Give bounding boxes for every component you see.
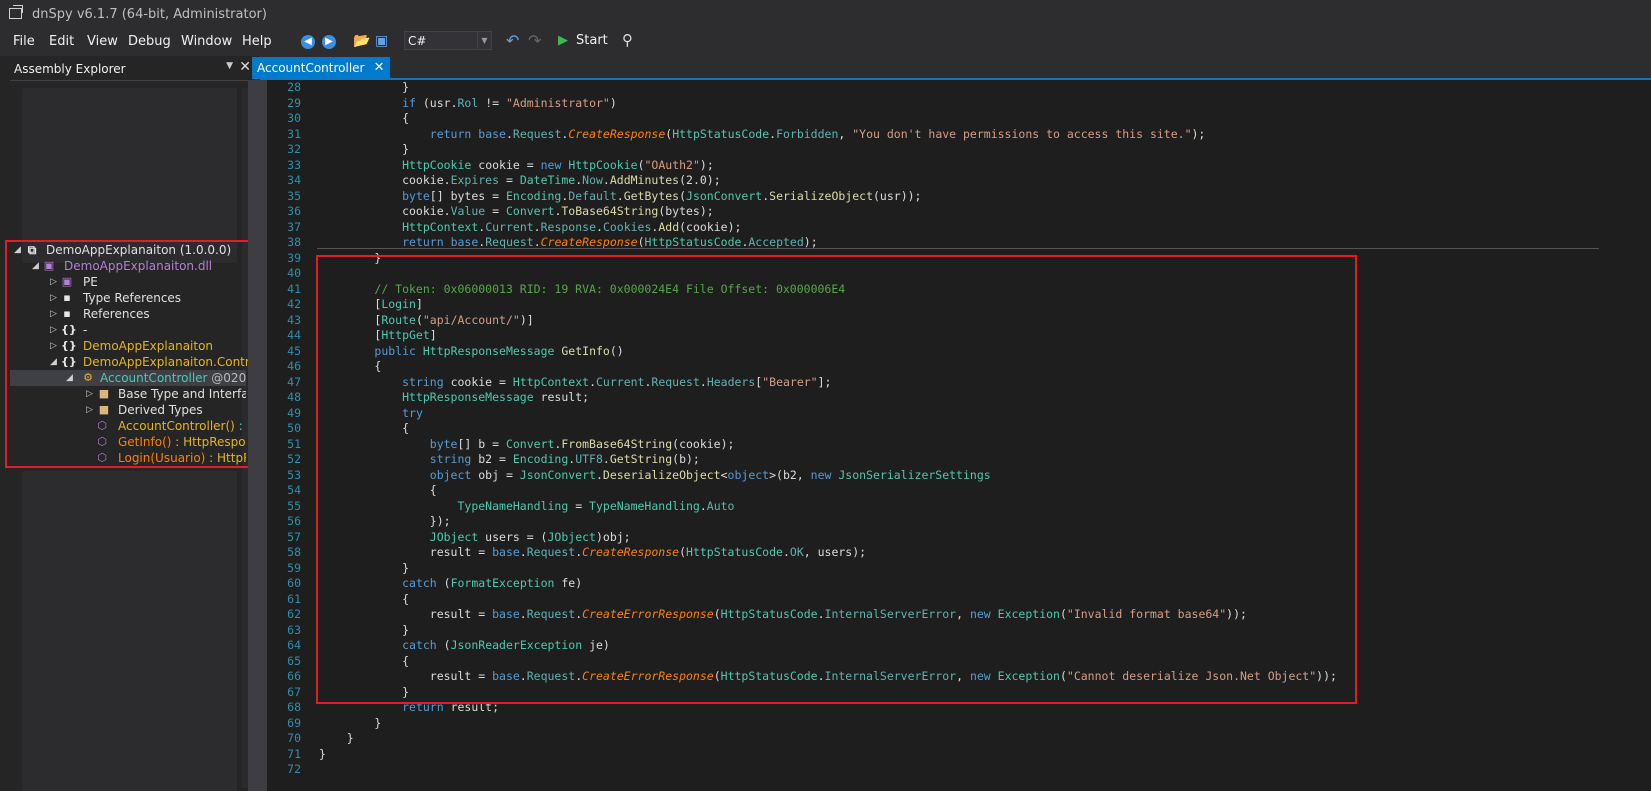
menu-debug[interactable]: Debug — [128, 32, 171, 52]
line-number: 67 — [287, 684, 301, 699]
code-line[interactable]: { — [319, 111, 409, 126]
menu-bar: File Edit View Debug Window Help ◀ ▶ 📂 ▣… — [0, 28, 1651, 56]
line-number: 61 — [287, 591, 301, 606]
title-bar: dnSpy v6.1.7 (64-bit, Administrator) — [0, 0, 1651, 28]
code-line[interactable]: } — [319, 142, 409, 157]
code-line[interactable]: cookie.Expires = DateTime.Now.AddMinutes… — [319, 173, 721, 188]
line-number: 70 — [287, 731, 301, 745]
line-number: 63 — [287, 622, 301, 637]
start-icon[interactable]: ▶ — [558, 33, 568, 51]
line-number: 42 — [287, 297, 301, 311]
back-icon[interactable]: ◀ — [301, 35, 315, 49]
code-line[interactable]: } — [319, 80, 409, 95]
line-number: 43 — [287, 312, 301, 327]
line-number: 37 — [287, 219, 301, 234]
document-tab-strip — [260, 56, 1651, 80]
app-icon — [9, 5, 23, 19]
method-separator — [317, 248, 1599, 249]
chevron-down-icon[interactable]: ▼ — [477, 32, 491, 49]
line-number: 36 — [287, 204, 301, 218]
line-number: 72 — [287, 762, 301, 776]
line-number: 52 — [287, 452, 301, 466]
line-number: 49 — [287, 405, 301, 420]
line-number: 33 — [287, 157, 301, 172]
line-number: 45 — [287, 343, 301, 358]
line-number: 31 — [287, 126, 301, 141]
assembly-explorer-panel: Assembly Explorer ▼ ✕ ◢ ⧉ DemoAppExplana… — [0, 56, 263, 791]
line-number: 34 — [287, 173, 301, 187]
close-icon[interactable]: ✕ — [239, 59, 251, 75]
code-line[interactable]: } — [319, 747, 326, 762]
code-line[interactable]: HttpCookie cookie = new HttpCookie("OAut… — [319, 158, 714, 173]
line-number: 35 — [287, 188, 301, 203]
line-number: 55 — [287, 498, 301, 513]
menu-window[interactable]: Window — [181, 32, 232, 52]
line-number: 32 — [287, 142, 301, 156]
line-number: 62 — [287, 607, 301, 621]
line-number: 48 — [287, 390, 301, 404]
language-value: C# — [408, 34, 427, 48]
blurred-tree-region — [22, 88, 237, 263]
code-editor[interactable]: 28 } 29 if (usr.Rol != "Administrator") 30… — [269, 80, 1651, 791]
open-folder-icon[interactable]: 📂 — [353, 33, 370, 51]
line-number: 29 — [287, 95, 301, 110]
blurred-tree-region — [22, 471, 237, 791]
line-number: 39 — [287, 250, 301, 265]
code-line[interactable]: return base.Request.CreateResponse(HttpS… — [319, 127, 1206, 142]
code-line[interactable]: HttpContext.Current.Response.Cookies.Add… — [319, 220, 741, 235]
line-number: 54 — [287, 483, 301, 497]
line-number: 58 — [287, 545, 301, 559]
code-line[interactable]: } — [319, 716, 381, 731]
line-number: 56 — [287, 514, 301, 528]
code-line[interactable]: } — [319, 731, 354, 746]
line-number: 38 — [287, 235, 301, 249]
code-line[interactable]: cookie.Value = Convert.ToBase64String(by… — [319, 204, 714, 219]
line-number: 41 — [287, 281, 301, 296]
menu-view[interactable]: View — [87, 32, 118, 52]
line-number: 60 — [287, 576, 301, 590]
redo-icon: ↷ — [528, 31, 542, 50]
line-number: 40 — [287, 266, 301, 280]
highlight-box — [5, 240, 263, 468]
line-number: 66 — [287, 669, 301, 683]
line-number: 59 — [287, 560, 301, 575]
line-number: 50 — [287, 421, 301, 435]
line-number: 68 — [287, 700, 301, 714]
highlight-box — [316, 255, 1357, 704]
forward-icon[interactable]: ▶ — [322, 35, 336, 49]
line-number: 47 — [287, 374, 301, 389]
line-number: 30 — [287, 111, 301, 125]
language-select[interactable]: C# ▼ — [404, 31, 492, 50]
tab-account-controller[interactable]: AccountController ✕ — [252, 57, 391, 79]
menu-file[interactable]: File — [13, 32, 35, 52]
editor-left-margin — [248, 80, 267, 791]
line-number: 44 — [287, 328, 301, 342]
close-icon[interactable]: ✕ — [374, 57, 385, 79]
save-all-icon[interactable]: ▣ — [375, 33, 388, 51]
line-number: 46 — [287, 359, 301, 373]
assembly-explorer-title: Assembly Explorer — [14, 62, 126, 76]
menu-edit[interactable]: Edit — [49, 32, 74, 52]
start-button[interactable]: Start — [576, 33, 608, 51]
line-number: 64 — [287, 638, 301, 652]
code-line[interactable]: byte[] bytes = Encoding.Default.GetBytes… — [319, 189, 921, 204]
menu-help[interactable]: Help — [242, 32, 272, 52]
line-number: 71 — [287, 746, 301, 761]
search-icon[interactable]: ⚲ — [622, 31, 633, 49]
line-number: 69 — [287, 715, 301, 730]
line-number: 57 — [287, 529, 301, 544]
line-number: 51 — [287, 436, 301, 451]
chevron-down-icon[interactable]: ▼ — [226, 61, 233, 71]
line-number: 53 — [287, 467, 301, 482]
window-title: dnSpy v6.1.7 (64-bit, Administrator) — [32, 7, 267, 22]
assembly-explorer-header: Assembly Explorer ▼ ✕ — [10, 59, 255, 81]
code-line[interactable]: if (usr.Rol != "Administrator") — [319, 96, 617, 111]
undo-icon[interactable]: ↶ — [506, 31, 519, 50]
line-number: 28 — [287, 80, 301, 94]
line-number: 65 — [287, 653, 301, 668]
tab-label: AccountController — [257, 61, 365, 75]
